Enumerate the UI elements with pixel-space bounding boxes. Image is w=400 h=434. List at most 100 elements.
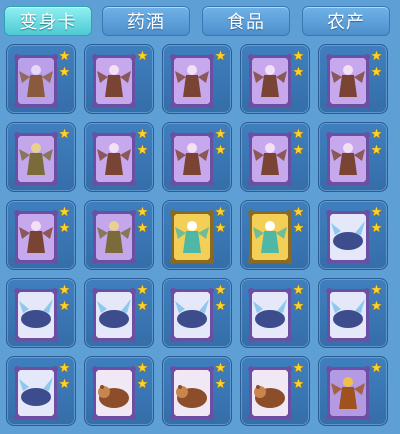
star-icon: ★ bbox=[58, 299, 71, 314]
star-icon: ★ bbox=[136, 143, 149, 158]
star-icon: ★ bbox=[292, 361, 305, 376]
tab-farm-produce[interactable]: 农产 bbox=[302, 6, 390, 36]
inventory-slot[interactable]: ★ ★ bbox=[240, 200, 310, 270]
star-icon: ★ bbox=[214, 127, 227, 142]
inventory-slot[interactable]: ★ ★ bbox=[240, 278, 310, 348]
star-icon: ★ bbox=[58, 221, 71, 236]
star-icon: ★ bbox=[58, 127, 71, 142]
transform-card-beast-icon bbox=[91, 287, 137, 343]
star-icon: ★ bbox=[292, 205, 305, 220]
star-icon: ★ bbox=[214, 361, 227, 376]
inventory-slot[interactable]: ★ bbox=[84, 44, 154, 114]
star-icon: ★ bbox=[58, 377, 71, 392]
star-icon: ★ bbox=[292, 65, 305, 80]
inventory-slot[interactable]: ★ ★ bbox=[162, 356, 232, 426]
star-icon: ★ bbox=[370, 65, 383, 80]
star-icon: ★ bbox=[214, 377, 227, 392]
star-icon: ★ bbox=[136, 221, 149, 236]
transform-card-demon-icon bbox=[169, 53, 215, 109]
star-icon: ★ bbox=[214, 205, 227, 220]
star-icon: ★ bbox=[136, 49, 149, 64]
transform-card-bear-icon bbox=[169, 365, 215, 421]
star-icon: ★ bbox=[370, 49, 383, 64]
inventory-slot[interactable]: ★ bbox=[162, 44, 232, 114]
star-icon: ★ bbox=[370, 361, 383, 376]
transform-card-demon-icon bbox=[247, 53, 293, 109]
tab-transform-card[interactable]: 变身卡 bbox=[4, 6, 92, 36]
inventory-slot[interactable]: ★ ★ bbox=[84, 200, 154, 270]
inventory-slot[interactable]: ★ ★ bbox=[318, 44, 388, 114]
inventory-slot[interactable]: ★ ★ bbox=[84, 356, 154, 426]
inventory-grid: ★ ★ ★ ★ ★ ★ ★ ★ ★ ★ ★ ★ ★ ★ ★ ★ ★ ★ ★ ★ ★ ★ ★ ★ ★ ★ ★ ★ ★ ★ ★ ★ ★ ★ ★ ★ ★ ★ ★ ★… bbox=[6, 44, 396, 434]
star-icon: ★ bbox=[370, 221, 383, 236]
star-icon: ★ bbox=[136, 283, 149, 298]
inventory-slot[interactable]: ★ bbox=[318, 356, 388, 426]
transform-card-imp-icon bbox=[13, 53, 59, 109]
transform-card-demon-icon bbox=[13, 209, 59, 265]
star-icon: ★ bbox=[58, 361, 71, 376]
inventory-slot[interactable]: ★ ★ bbox=[240, 356, 310, 426]
transform-card-demon-icon bbox=[325, 53, 371, 109]
star-icon: ★ bbox=[292, 143, 305, 158]
transform-card-fairy-icon bbox=[247, 209, 293, 265]
transform-card-monkey-icon bbox=[325, 365, 371, 421]
inventory-slot[interactable]: ★ ★ bbox=[162, 122, 232, 192]
inventory-slot[interactable]: ★ ★ bbox=[6, 200, 76, 270]
star-icon: ★ bbox=[370, 299, 383, 314]
inventory-slot[interactable]: ★ ★ bbox=[84, 122, 154, 192]
star-icon: ★ bbox=[58, 65, 71, 80]
transform-card-demon-icon bbox=[91, 53, 137, 109]
inventory-slot[interactable]: ★ ★ bbox=[6, 278, 76, 348]
star-icon: ★ bbox=[292, 127, 305, 142]
inventory-slot[interactable]: ★ ★ bbox=[84, 278, 154, 348]
star-icon: ★ bbox=[136, 377, 149, 392]
transform-card-demon-icon bbox=[169, 131, 215, 187]
transform-card-warrior-icon bbox=[13, 131, 59, 187]
tab-food[interactable]: 食品 bbox=[202, 6, 290, 36]
star-icon: ★ bbox=[136, 361, 149, 376]
transform-card-beast-icon bbox=[13, 287, 59, 343]
star-icon: ★ bbox=[214, 49, 227, 64]
star-icon: ★ bbox=[292, 49, 305, 64]
star-icon: ★ bbox=[292, 221, 305, 236]
transform-card-beast-icon bbox=[169, 287, 215, 343]
transform-card-demon-icon bbox=[247, 131, 293, 187]
star-icon: ★ bbox=[136, 127, 149, 142]
category-tabs: 变身卡 药酒 食品 农产 bbox=[0, 0, 400, 40]
inventory-slot[interactable]: ★ ★ bbox=[6, 44, 76, 114]
transform-card-bear-icon bbox=[91, 365, 137, 421]
star-icon: ★ bbox=[58, 49, 71, 64]
star-icon: ★ bbox=[370, 143, 383, 158]
transform-card-beast-icon bbox=[13, 365, 59, 421]
inventory-slot[interactable]: ★ ★ bbox=[162, 278, 232, 348]
star-icon: ★ bbox=[214, 299, 227, 314]
transform-card-beast-icon bbox=[325, 209, 371, 265]
star-icon: ★ bbox=[136, 205, 149, 220]
transform-card-fairy-icon bbox=[169, 209, 215, 265]
transform-card-beast-icon bbox=[247, 287, 293, 343]
transform-card-demon-icon bbox=[325, 131, 371, 187]
inventory-slot[interactable]: ★ ★ bbox=[318, 122, 388, 192]
star-icon: ★ bbox=[58, 205, 71, 220]
star-icon: ★ bbox=[370, 283, 383, 298]
inventory-slot[interactable]: ★ ★ bbox=[318, 278, 388, 348]
transform-card-warrior-icon bbox=[91, 209, 137, 265]
star-icon: ★ bbox=[292, 283, 305, 298]
star-icon: ★ bbox=[136, 299, 149, 314]
inventory-slot[interactable]: ★ ★ bbox=[318, 200, 388, 270]
star-icon: ★ bbox=[214, 143, 227, 158]
transform-card-beast-icon bbox=[325, 287, 371, 343]
tab-medicine-wine[interactable]: 药酒 bbox=[102, 6, 190, 36]
inventory-slot[interactable]: ★ ★ bbox=[240, 122, 310, 192]
star-icon: ★ bbox=[292, 299, 305, 314]
star-icon: ★ bbox=[292, 377, 305, 392]
inventory-slot[interactable]: ★ bbox=[6, 122, 76, 192]
star-icon: ★ bbox=[214, 221, 227, 236]
star-icon: ★ bbox=[58, 283, 71, 298]
transform-card-bear-icon bbox=[247, 365, 293, 421]
inventory-slot[interactable]: ★ ★ bbox=[240, 44, 310, 114]
inventory-slot[interactable]: ★ ★ bbox=[162, 200, 232, 270]
star-icon: ★ bbox=[370, 127, 383, 142]
star-icon: ★ bbox=[370, 205, 383, 220]
inventory-slot[interactable]: ★ ★ bbox=[6, 356, 76, 426]
